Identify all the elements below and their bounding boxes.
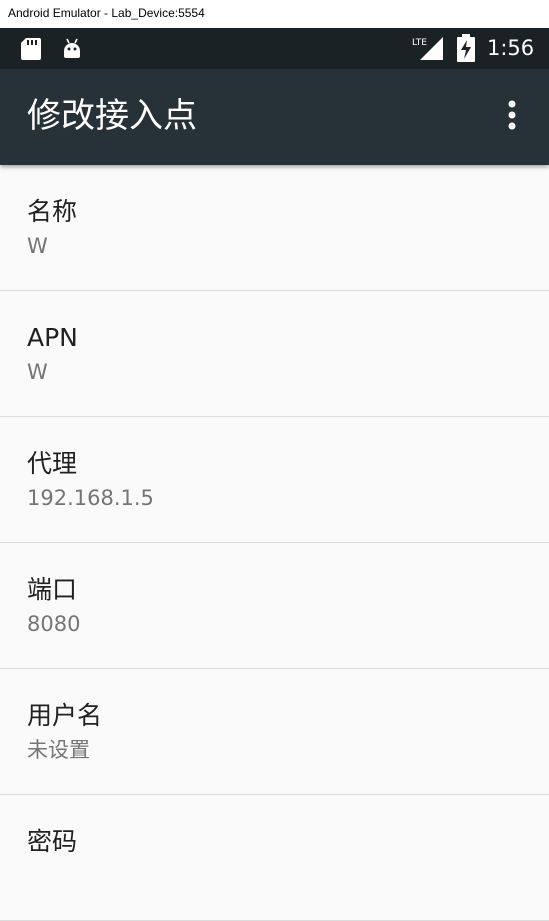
preference-title: APN <box>27 323 78 352</box>
preference-port[interactable]: 端口 8080 <box>0 543 549 669</box>
lte-signal-icon: LTE <box>412 37 443 60</box>
status-clock: 1:56 <box>487 36 535 60</box>
preference-summary: W <box>27 234 48 258</box>
preference-username[interactable]: 用户名 未设置 <box>0 669 549 795</box>
preference-title: 代理 <box>27 449 78 478</box>
android-debug-icon <box>64 38 80 58</box>
preference-title: 用户名 <box>27 701 103 730</box>
emulator-window-title: Android Emulator - Lab_Device:5554 <box>0 0 549 28</box>
preference-summary: 8080 <box>27 612 81 636</box>
apn-preference-list: 名称 W APN W 代理 192.168.1.5 端口 8080 用户名 未设… <box>0 165 549 921</box>
preference-title: 密码 <box>27 827 78 856</box>
more-vert-icon[interactable] <box>490 93 534 141</box>
preference-proxy[interactable]: 代理 192.168.1.5 <box>0 417 549 543</box>
preference-password[interactable]: 密码 <box>0 795 549 921</box>
preference-summary: W <box>27 360 48 384</box>
preference-name[interactable]: 名称 W <box>0 165 549 291</box>
preference-summary: 未设置 <box>27 738 90 762</box>
sd-card-icon <box>21 38 41 60</box>
preference-title: 名称 <box>27 197 78 226</box>
lte-label: LTE <box>412 38 427 48</box>
preference-apn[interactable]: APN W <box>0 291 549 417</box>
battery-charging-icon <box>457 34 475 62</box>
app-bar: 修改接入点 <box>0 69 549 165</box>
preference-title: 端口 <box>27 575 78 604</box>
page-title: 修改接入点 <box>27 96 197 136</box>
preference-summary: 192.168.1.5 <box>27 486 154 510</box>
status-bar: LTE 1:56 <box>0 28 549 69</box>
